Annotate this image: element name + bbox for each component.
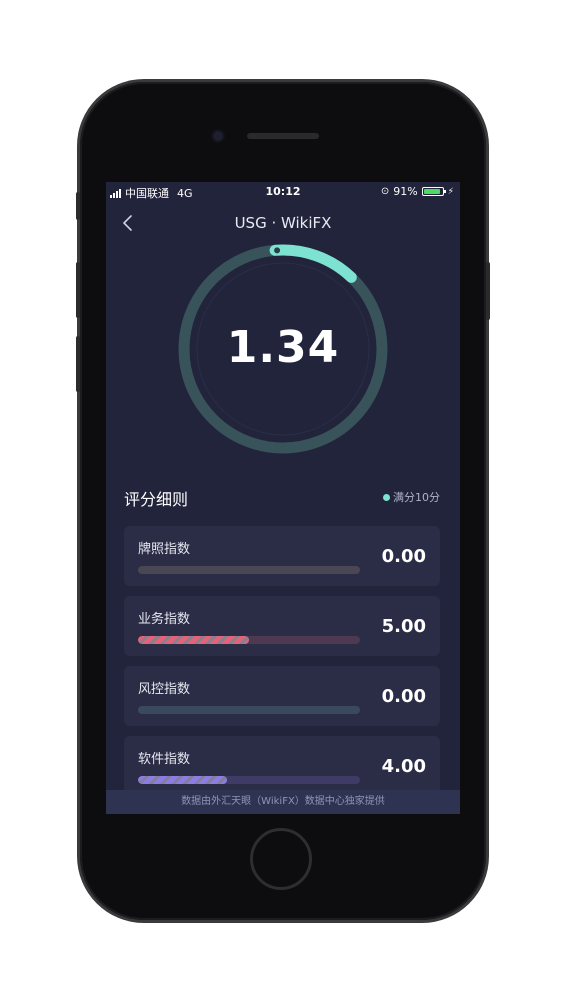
gauge-start-dot bbox=[274, 247, 281, 254]
orientation-lock-icon: ⊙ bbox=[380, 186, 390, 197]
charging-icon: ⚡ bbox=[447, 186, 454, 197]
breakdown-legend: 满分10分 bbox=[383, 489, 440, 505]
earpiece-speaker bbox=[247, 133, 319, 139]
index-progress-track bbox=[138, 566, 360, 574]
data-source-footer: 数据由外汇天眼（WikiFX）数据中心独家提供 bbox=[106, 790, 460, 814]
nav-bar: USG · WikiFX bbox=[106, 208, 460, 238]
index-value: 5.00 bbox=[381, 616, 426, 637]
index-card-business[interactable]: 业务指数 5.00 bbox=[124, 596, 440, 656]
status-right: ⊙ 91% ⚡ bbox=[381, 185, 454, 198]
battery-percent: 91% bbox=[393, 185, 418, 198]
app-screen: 中国联通 4G 10:12 ⊙ 91% ⚡ USG · WikiFX 1.34 … bbox=[106, 182, 460, 814]
index-value: 4.00 bbox=[381, 756, 426, 777]
page-title: USG · WikiFX bbox=[234, 214, 332, 232]
status-bar: 中国联通 4G 10:12 ⊙ 91% ⚡ bbox=[106, 182, 460, 202]
power-button bbox=[486, 262, 490, 320]
volume-down-button bbox=[76, 336, 80, 392]
index-progress-track bbox=[138, 706, 360, 714]
index-value: 0.00 bbox=[381, 686, 426, 707]
volume-up-button bbox=[76, 262, 80, 318]
index-card-risk-control[interactable]: 风控指数 0.00 bbox=[124, 666, 440, 726]
front-camera bbox=[213, 131, 223, 141]
index-card-license[interactable]: 牌照指数 0.00 bbox=[124, 526, 440, 586]
breakdown-title: 评分细则 bbox=[124, 490, 189, 509]
battery-fill bbox=[423, 189, 441, 194]
index-progress-track bbox=[138, 776, 360, 784]
index-progress-fill bbox=[138, 636, 249, 644]
index-card-software[interactable]: 软件指数 4.00 bbox=[124, 736, 440, 796]
mute-switch bbox=[76, 192, 80, 220]
index-label: 风控指数 bbox=[138, 682, 191, 697]
index-progress-fill bbox=[138, 776, 227, 784]
index-value: 0.00 bbox=[381, 546, 426, 567]
legend-dot-icon bbox=[383, 493, 390, 501]
index-label: 业务指数 bbox=[138, 612, 191, 627]
gauge-arc bbox=[269, 244, 357, 283]
legend-label: 满分10分 bbox=[393, 491, 440, 504]
index-progress-track bbox=[138, 636, 360, 644]
index-label: 牌照指数 bbox=[138, 542, 191, 557]
battery-icon bbox=[421, 187, 446, 196]
score-value: 1.34 bbox=[226, 322, 340, 373]
index-label: 软件指数 bbox=[138, 752, 191, 767]
home-button[interactable] bbox=[250, 828, 312, 890]
